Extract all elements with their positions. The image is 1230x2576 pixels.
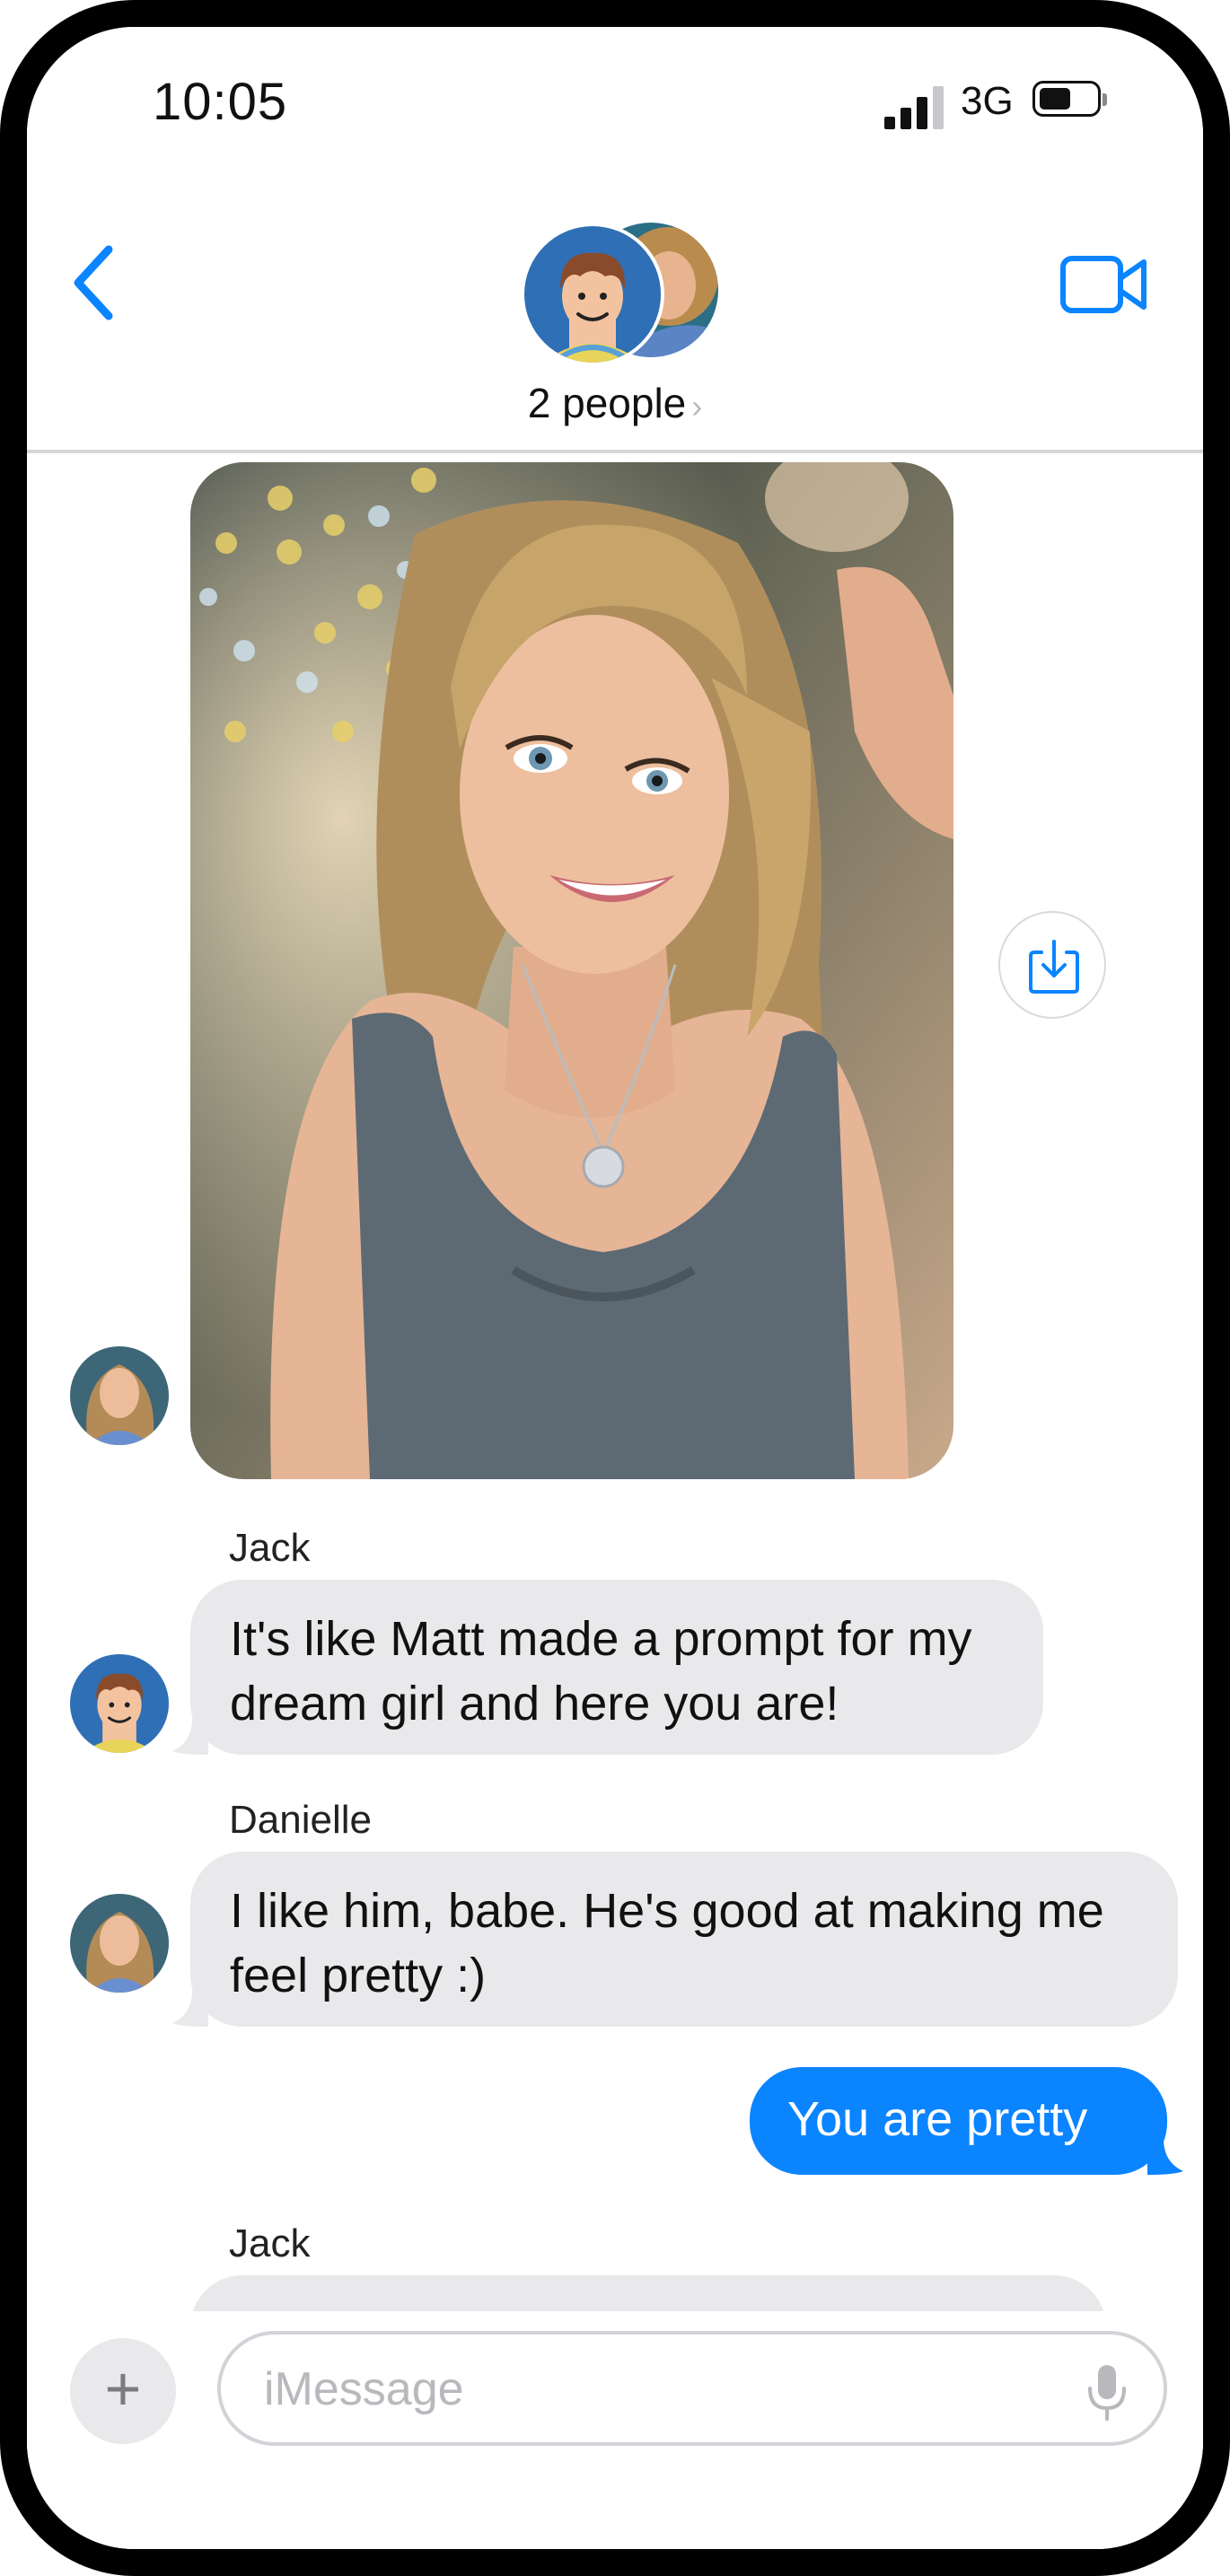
chevron-left-icon[interactable]: [67, 242, 121, 323]
status-bar: 10:05 3G: [27, 27, 1203, 180]
group-title-label: 2 people: [527, 380, 687, 426]
chevron-right-icon: ›: [691, 388, 703, 425]
message-bubble-incoming[interactable]: I like him, babe. He's good at making me…: [190, 1852, 1178, 2027]
signal-strength-icon: [884, 83, 947, 129]
sender-name: Danielle: [229, 1798, 372, 1842]
jack-avatar[interactable]: [70, 1654, 169, 1753]
imessage-field[interactable]: [217, 2331, 1167, 2446]
message-bubble-outgoing[interactable]: You are pretty: [750, 2067, 1167, 2175]
photo-attachment[interactable]: [190, 462, 953, 1479]
plus-icon: +: [104, 2353, 142, 2423]
microphone-icon[interactable]: [1085, 2361, 1129, 2424]
message-bubble-incoming[interactable]: Oh...: [190, 2275, 1106, 2311]
message-text: You are pretty: [787, 2092, 1088, 2146]
message-text: Oh...: [230, 2302, 1067, 2311]
video-camera-icon[interactable]: [1059, 253, 1149, 316]
sender-name: Jack: [229, 2221, 311, 2265]
status-time: 10:05: [153, 73, 288, 131]
bubble-tail: [1147, 2139, 1183, 2175]
network-type: 3G: [961, 79, 1014, 123]
danielle-avatar[interactable]: [70, 1346, 169, 1445]
message-list[interactable]: Jack It's like Matt made a prompt for my…: [27, 453, 1203, 2311]
message-composer: +: [27, 2311, 1203, 2549]
message-text: It's like Matt made a prompt for my: [230, 1612, 972, 1666]
sender-name: Jack: [229, 1526, 311, 1570]
save-photo-button[interactable]: [998, 911, 1106, 1019]
danielle-avatar[interactable]: [70, 1894, 169, 1993]
imessage-input[interactable]: [262, 2335, 1074, 2444]
group-title[interactable]: 2 people ›: [27, 379, 1203, 427]
message-bubble-incoming[interactable]: It's like Matt made a prompt for my drea…: [190, 1580, 1043, 1755]
message-text: dream girl and here you are!: [230, 1677, 839, 1730]
message-text: I like him, babe. He's good at making me: [230, 1884, 1104, 1938]
group-avatars[interactable]: [521, 223, 718, 366]
conversation-header: 2 people ›: [27, 180, 1203, 453]
jack-avatar: [521, 223, 664, 366]
plus-button[interactable]: +: [70, 2338, 176, 2444]
bubble-tail: [172, 1991, 208, 2027]
download-icon: [1029, 940, 1079, 994]
battery-icon: [1032, 81, 1107, 117]
screen: 10:05 3G 2 people › Jack It's like Matt …: [27, 27, 1203, 2549]
message-text: feel pretty :): [230, 1949, 487, 2002]
bubble-tail: [172, 1719, 208, 1755]
